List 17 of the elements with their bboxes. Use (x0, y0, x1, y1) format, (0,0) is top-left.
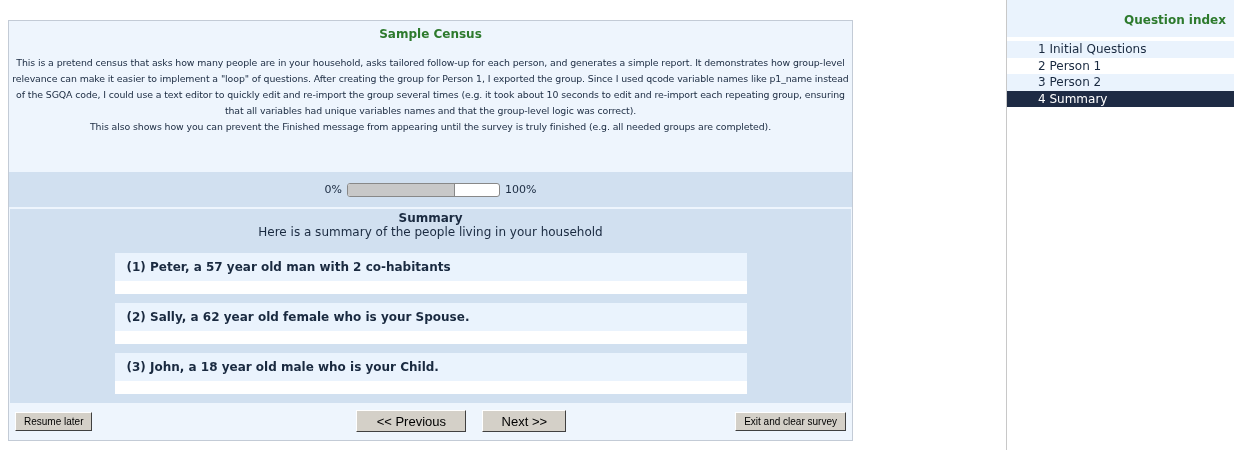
summary-text: (3) John, a 18 year old male who is your Child. (114, 353, 747, 381)
index-item[interactable]: 3 Person 2 (1007, 74, 1234, 91)
resume-later-button[interactable]: Resume later (15, 411, 93, 431)
summary-text: (1) Peter, a 57 year old man with 2 co-habitants (114, 253, 747, 281)
survey-description: This also shows how you can prevent the Finished message from appearing until the survey is truly finished (e.g. all needed groups are completed). (88, 120, 772, 134)
group-title: Summary (398, 212, 463, 225)
survey-description: This is a pretend census that asks how many people are in your household, asks tailored follow-up for each person, and generates a simple report. It demonstrates how group-level relevance can make it easier to implement a "loop" of questions. After creating the group for Person 1, I exported the group. Since I used qcode variable names like p1_name instead of the SGQA code, I could use a text editor to quickly edit and re-import the group several times (e.g. it took about 10 seconds to edit and re-import each repeating group, ensuring that all variables had unique variables names and that the group-level logic was correct). (12, 56, 849, 118)
group-description: Here is a summary of the people living in your household (258, 225, 603, 239)
index-item[interactable]: 1 Initial Questions (1007, 41, 1234, 58)
next-button[interactable]: Next >> (482, 410, 567, 432)
progress-start-label: 0% (324, 183, 342, 196)
summary-text: (2) Sally, a 62 year old female who is your Spouse. (114, 303, 747, 331)
exit-clear-button[interactable]: Exit and clear survey (735, 411, 846, 431)
previous-button[interactable]: << Previous (356, 410, 467, 432)
index-title: Question index (1124, 13, 1226, 27)
progress-end-label: 100% (505, 183, 537, 196)
survey-title: Sample Census (378, 27, 483, 41)
